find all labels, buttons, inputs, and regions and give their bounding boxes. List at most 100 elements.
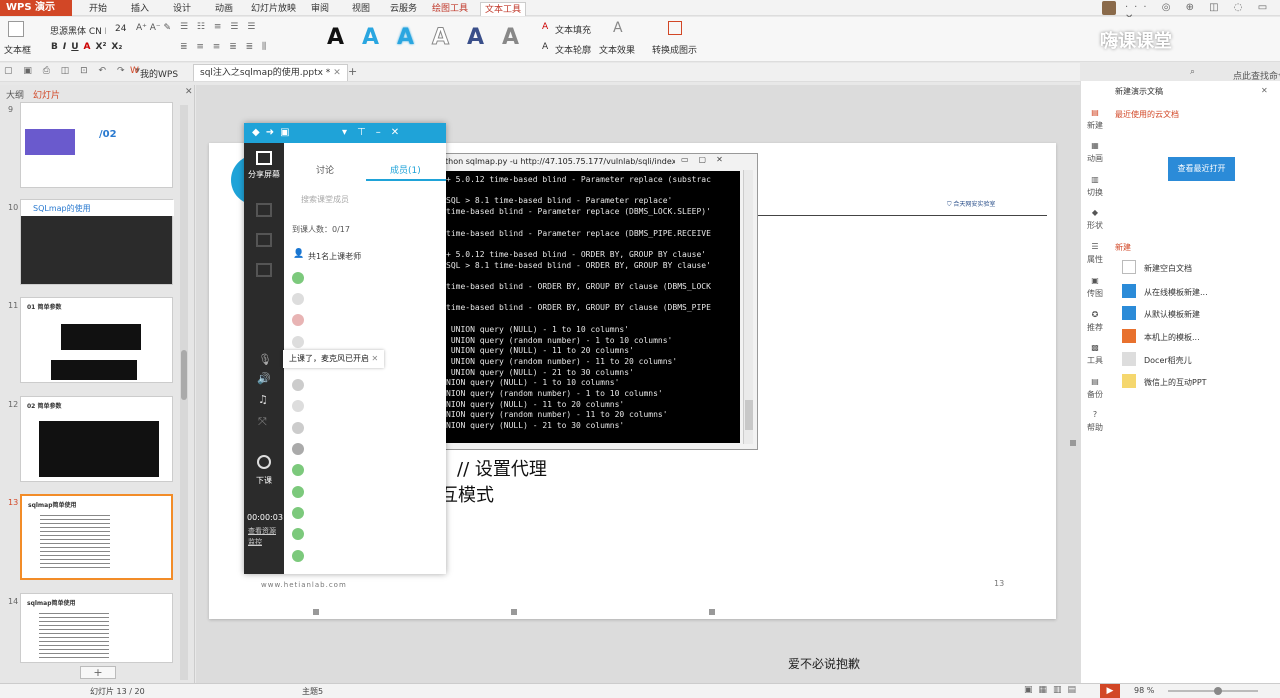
close-tab-icon[interactable]: ✕ xyxy=(333,68,341,78)
avatar[interactable] xyxy=(1102,1,1116,15)
menu-text-tools[interactable]: 文本工具 xyxy=(480,2,527,16)
terminal-window-controls[interactable]: ▭▢✕ xyxy=(681,155,733,164)
help-icon[interactable]: ? xyxy=(1086,410,1104,419)
slide-thumbnail-10[interactable]: SQLmap的使用 xyxy=(20,199,174,285)
blank-doc-icon[interactable] xyxy=(1122,260,1136,274)
text-fill-icon[interactable]: A xyxy=(542,22,548,32)
scrollbar-thumb[interactable] xyxy=(745,400,753,430)
art-style-black[interactable]: A xyxy=(327,25,344,50)
side-label[interactable]: 工具 xyxy=(1086,355,1104,366)
add-tab-button[interactable]: + xyxy=(348,65,357,78)
font-size-adjust-icon[interactable]: A⁺ A⁻ ✎ xyxy=(136,23,171,33)
document-tab[interactable]: sql注入之sqlmap的使用.pptx * ✕ xyxy=(193,64,348,81)
italic-button[interactable]: I xyxy=(63,42,66,52)
text-effect-icon[interactable]: A xyxy=(613,20,623,36)
art-style-gray[interactable]: A xyxy=(502,25,519,50)
member-avatar[interactable] xyxy=(292,443,304,455)
member-avatar[interactable] xyxy=(292,272,304,284)
convert-art-button[interactable]: 转换成图示 xyxy=(652,43,697,56)
resize-handle[interactable] xyxy=(511,609,517,615)
close-panel-icon[interactable]: ✕ xyxy=(185,87,193,97)
textbox-label[interactable]: 文本框 xyxy=(4,43,31,56)
side-label[interactable]: 切换 xyxy=(1086,187,1104,198)
slide-thumbnail-12[interactable]: 02 简单参数 xyxy=(20,396,173,482)
member-avatar[interactable] xyxy=(292,293,304,305)
new-presentation-title[interactable]: 新建演示文稿 xyxy=(1115,86,1163,97)
zoom-level[interactable]: 98 % xyxy=(1134,686,1154,695)
text-outline-icon[interactable]: A xyxy=(542,42,548,52)
subscript-button[interactable]: X₂ xyxy=(111,42,122,52)
transition-icon[interactable]: ▥ xyxy=(1086,175,1104,184)
recommend-icon[interactable]: ✪ xyxy=(1086,310,1104,319)
scrollbar[interactable] xyxy=(180,105,188,680)
local-template-icon[interactable] xyxy=(1122,329,1136,343)
upload-image-icon[interactable]: ▣ xyxy=(1086,276,1104,285)
live-header-icons[interactable]: ◆➜▣ xyxy=(252,127,296,138)
share-screen-icon[interactable] xyxy=(256,151,272,165)
video-icon[interactable] xyxy=(256,263,272,277)
side-label[interactable]: 推荐 xyxy=(1086,322,1104,333)
quick-access-icons[interactable]: ▢ ▣ ⎙ ◫ ⊡ ↶ ↷ ▾ xyxy=(4,66,144,76)
art-style-outline[interactable]: A xyxy=(431,25,449,51)
slide-thumbnail-14[interactable]: sqlmap简单使用 xyxy=(20,593,173,663)
docer-icon[interactable] xyxy=(1122,352,1136,366)
textbox-icon[interactable] xyxy=(8,21,24,37)
menu-animation[interactable]: 动画 xyxy=(215,2,233,16)
tab-outline[interactable]: 大纲 xyxy=(6,88,24,101)
wechat-ppt-icon[interactable] xyxy=(1122,374,1136,388)
side-label[interactable]: 属性 xyxy=(1086,254,1104,265)
fullscreen-icon[interactable]: ⤧ xyxy=(258,415,267,429)
slide-text-mode[interactable]: 互模式 xyxy=(440,481,494,507)
art-style-blue[interactable]: A xyxy=(362,25,379,50)
wechat-interactive-ppt[interactable]: 微信上的互动PPT xyxy=(1144,377,1207,388)
resize-handle[interactable] xyxy=(313,609,319,615)
terminal-scrollbar[interactable] xyxy=(743,170,753,444)
scrollbar-thumb[interactable] xyxy=(181,350,187,400)
new-icon[interactable]: ▤ xyxy=(1086,108,1104,117)
text-outline-button[interactable]: 文本轮廓 xyxy=(555,43,591,56)
view-mode-icons[interactable]: ▣▦▥▤ xyxy=(1024,685,1082,695)
shape-icon[interactable]: ◆ xyxy=(1086,208,1104,217)
local-template[interactable]: 本机上的模板... xyxy=(1144,332,1200,343)
menu-cloud[interactable]: 云服务 xyxy=(390,2,417,16)
animation-icon[interactable]: ▦ xyxy=(1086,141,1104,150)
terminal-output[interactable]: + 5.0.12 time-based blind - Parameter re… xyxy=(446,171,740,443)
whiteboard-icon[interactable] xyxy=(256,203,272,217)
courseware-icon[interactable] xyxy=(256,233,272,247)
app-menu-button[interactable]: WPS 演示 xyxy=(0,0,72,16)
slide-text-proxy[interactable]: // 设置代理 xyxy=(457,455,547,481)
side-label[interactable]: 形状 xyxy=(1086,220,1104,231)
zoom-slider-thumb[interactable] xyxy=(1214,687,1222,695)
convert-art-icon[interactable] xyxy=(668,21,682,35)
search-icon[interactable]: ⌕ xyxy=(1190,67,1195,77)
menu-slideshow[interactable]: 幻灯片放映 xyxy=(251,2,296,16)
member-avatar[interactable] xyxy=(292,314,304,326)
live-header-controls[interactable]: ▾⊤–✕ xyxy=(342,127,409,138)
font-size-select[interactable]: 24 xyxy=(115,24,126,34)
member-avatar[interactable] xyxy=(292,550,304,562)
member-search[interactable]: 搜索课堂成员 xyxy=(301,194,349,205)
play-slideshow-button[interactable]: ▶ xyxy=(1100,684,1120,698)
member-avatar[interactable] xyxy=(292,528,304,540)
bold-button[interactable]: B xyxy=(51,42,58,52)
slide-thumbnail-13[interactable]: sqlmap简单使用 xyxy=(20,494,173,580)
align-icons[interactable]: ≣ ≡ ≡ ≣ ≣ ⫼ xyxy=(180,42,269,52)
music-icon[interactable]: ♫ xyxy=(258,393,268,406)
underline-button[interactable]: U xyxy=(71,42,78,52)
docer[interactable]: Docer稻壳儿 xyxy=(1144,355,1192,366)
superscript-button[interactable]: X² xyxy=(96,42,107,52)
menu-review[interactable]: 审阅 xyxy=(311,2,329,16)
resize-handle[interactable] xyxy=(709,609,715,615)
slide-thumbnail-9[interactable]: /02 xyxy=(20,102,173,188)
menu-drawing-tools[interactable]: 绘图工具 xyxy=(432,2,468,16)
paragraph-icons[interactable]: ☰ ☷ ≡ ☰ ☰ xyxy=(180,22,258,32)
menu-start[interactable]: 开始 xyxy=(89,2,107,16)
properties-icon[interactable]: ☰ xyxy=(1086,242,1104,251)
end-class-icon[interactable] xyxy=(257,455,271,469)
side-label[interactable]: 备份 xyxy=(1086,389,1104,400)
font-color-button[interactable]: A xyxy=(84,42,91,52)
close-pane-icon[interactable]: ✕ xyxy=(1261,86,1268,95)
side-label[interactable]: 新建 xyxy=(1086,120,1104,131)
close-icon[interactable]: ✕ xyxy=(372,354,379,363)
view-recent-button[interactable]: 查看最近打开 xyxy=(1168,157,1235,181)
